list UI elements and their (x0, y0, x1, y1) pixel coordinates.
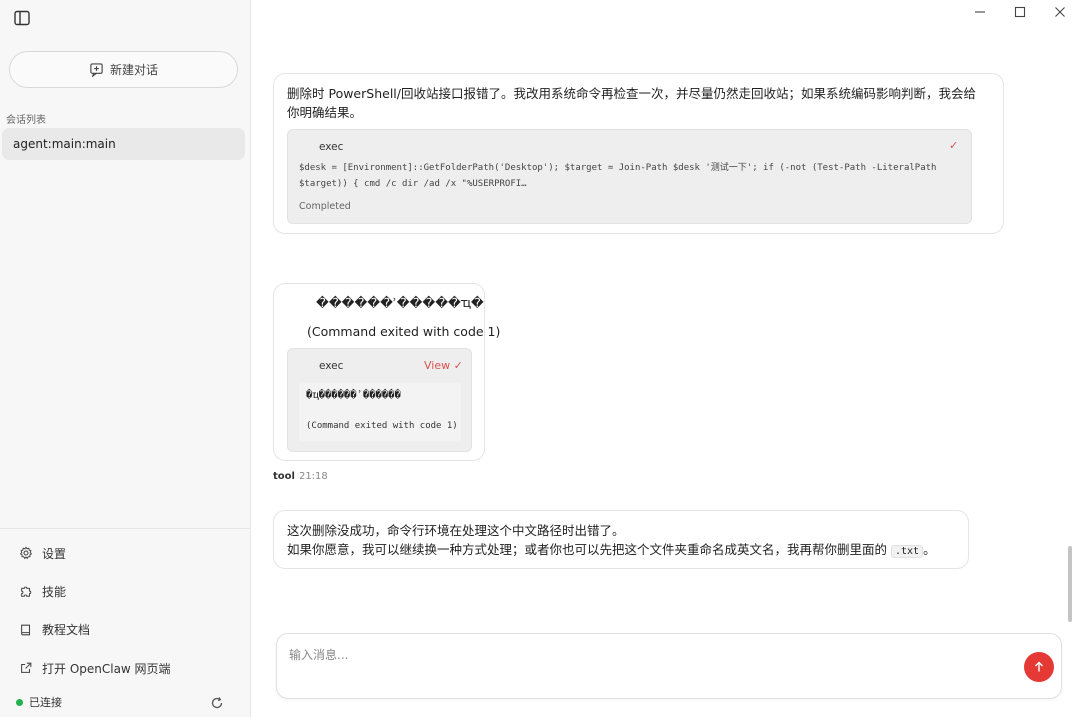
maximize-icon (1014, 6, 1026, 18)
message-text: 如果你愿意，我可以继续换一种方式处理；或者你也可以先把这个文件夹重命名成英文名，… (287, 540, 936, 561)
message-text-segment: 。 (923, 542, 936, 557)
message-text-segment: 如果你愿意，我可以继续换一种方式处理；或者你也可以先把这个文件夹重命名成英文名，… (287, 542, 888, 557)
sidebar: 新建对话 会话列表 agent:main:main 设置 技能 教程文档 打开 … (0, 0, 251, 717)
menu-item-settings[interactable]: 设置 (0, 534, 251, 572)
tool-name: exec (319, 141, 344, 153)
assistant-message: 这次删除没成功，命令行环境在处理这个中文路径时出错了。 如果你愿意，我可以继续换… (273, 510, 969, 569)
inline-code: .txt (891, 545, 924, 558)
tool-check-icon: ✓ (949, 139, 959, 152)
assistant-message: 删除时 PowerShell/回收站接口报错了。我改用系统命令再检查一次，并尽量… (273, 73, 1004, 234)
book-icon (21, 624, 31, 636)
sidebar-divider (0, 528, 251, 529)
tool-name: exec (319, 360, 344, 372)
tool-code-line: $desk = [Environment]::GetFolderPath('De… (299, 163, 937, 173)
menu-item-docs[interactable]: 教程文档 (0, 611, 251, 649)
connection-status: 已连接 (16, 694, 62, 710)
sender-name: tool (273, 471, 295, 482)
refresh-icon[interactable] (210, 695, 224, 709)
message-input[interactable] (289, 644, 1009, 666)
message-text: 这次删除没成功，命令行环境在处理这个中文路径时出错了。 (287, 523, 625, 538)
sidebar-toggle-icon[interactable] (13, 9, 31, 27)
send-button[interactable] (1024, 652, 1054, 682)
menu-item-skills-label: 技能 (42, 584, 67, 599)
tool-call-card[interactable]: exec View ✓ �ҵ������ʾ������ (Command exi… (287, 348, 472, 452)
close-button[interactable] (1040, 0, 1080, 24)
tool-output-line: (Command exited with code 1) (306, 421, 458, 431)
tool-message: ������ʾ�����ҵ� (Command exited with code… (273, 283, 500, 461)
menu-item-open-web[interactable]: 打开 OpenClaw 网页端 (0, 649, 251, 687)
window-controls (960, 0, 1080, 24)
composer (276, 633, 1062, 699)
menu-item-docs-label: 教程文档 (42, 623, 91, 638)
new-chat-label: 新建对话 (109, 63, 158, 77)
message-text: 删除时 PowerShell/回收站接口报错了。我改用系统命令再检查一次，并尽量… (287, 86, 976, 120)
external-link-icon (21, 662, 32, 673)
tool-view-link[interactable]: View ✓ (424, 359, 463, 372)
connection-status-label: 已连接 (29, 696, 62, 709)
minimize-icon (975, 11, 985, 13)
tool-output-line: ������ʾ�����ҵ� (316, 295, 484, 310)
status-dot-icon (16, 698, 23, 706)
new-chat-button[interactable]: 新建对话 (9, 51, 238, 88)
session-item-label: agent:main:main (13, 137, 116, 151)
app-window: 新建对话 会话列表 agent:main:main 设置 技能 教程文档 打开 … (0, 0, 1080, 717)
scrollbar-thumb[interactable] (1068, 546, 1072, 622)
puzzle-icon (21, 587, 32, 598)
menu-item-skills[interactable]: 技能 (0, 572, 251, 610)
minimize-button[interactable] (960, 0, 1000, 24)
arrow-up-icon (1035, 661, 1043, 672)
close-icon (1055, 7, 1065, 17)
tool-output-line: �ҵ������ʾ������ (306, 389, 401, 401)
tool-code-line: $target)) { cmd /c dir /ad /x "%USERPROF… (299, 179, 527, 189)
tool-output-block: �ҵ������ʾ������ (Command exited with cod… (299, 383, 461, 441)
timestamp: 21:18 (298, 471, 328, 482)
gear-icon (19, 546, 33, 560)
message-meta: tool 21:18 (273, 471, 328, 482)
menu-item-open-web-label: 打开 OpenClaw 网页端 (42, 661, 171, 676)
tool-status: Completed (299, 201, 351, 212)
tool-exit-message: (Command exited with code 1) (307, 324, 501, 339)
sidebar-menu: 设置 技能 教程文档 打开 OpenClaw 网页端 (0, 534, 251, 687)
new-chat-icon (90, 63, 103, 77)
tool-call-card[interactable]: exec ✓ $desk = [Environment]::GetFolderP… (287, 129, 972, 224)
session-item-main[interactable]: agent:main:main (2, 128, 245, 160)
maximize-button[interactable] (1000, 0, 1040, 24)
menu-item-settings-label: 设置 (42, 546, 67, 561)
sessions-heading: 会话列表 (6, 115, 46, 126)
